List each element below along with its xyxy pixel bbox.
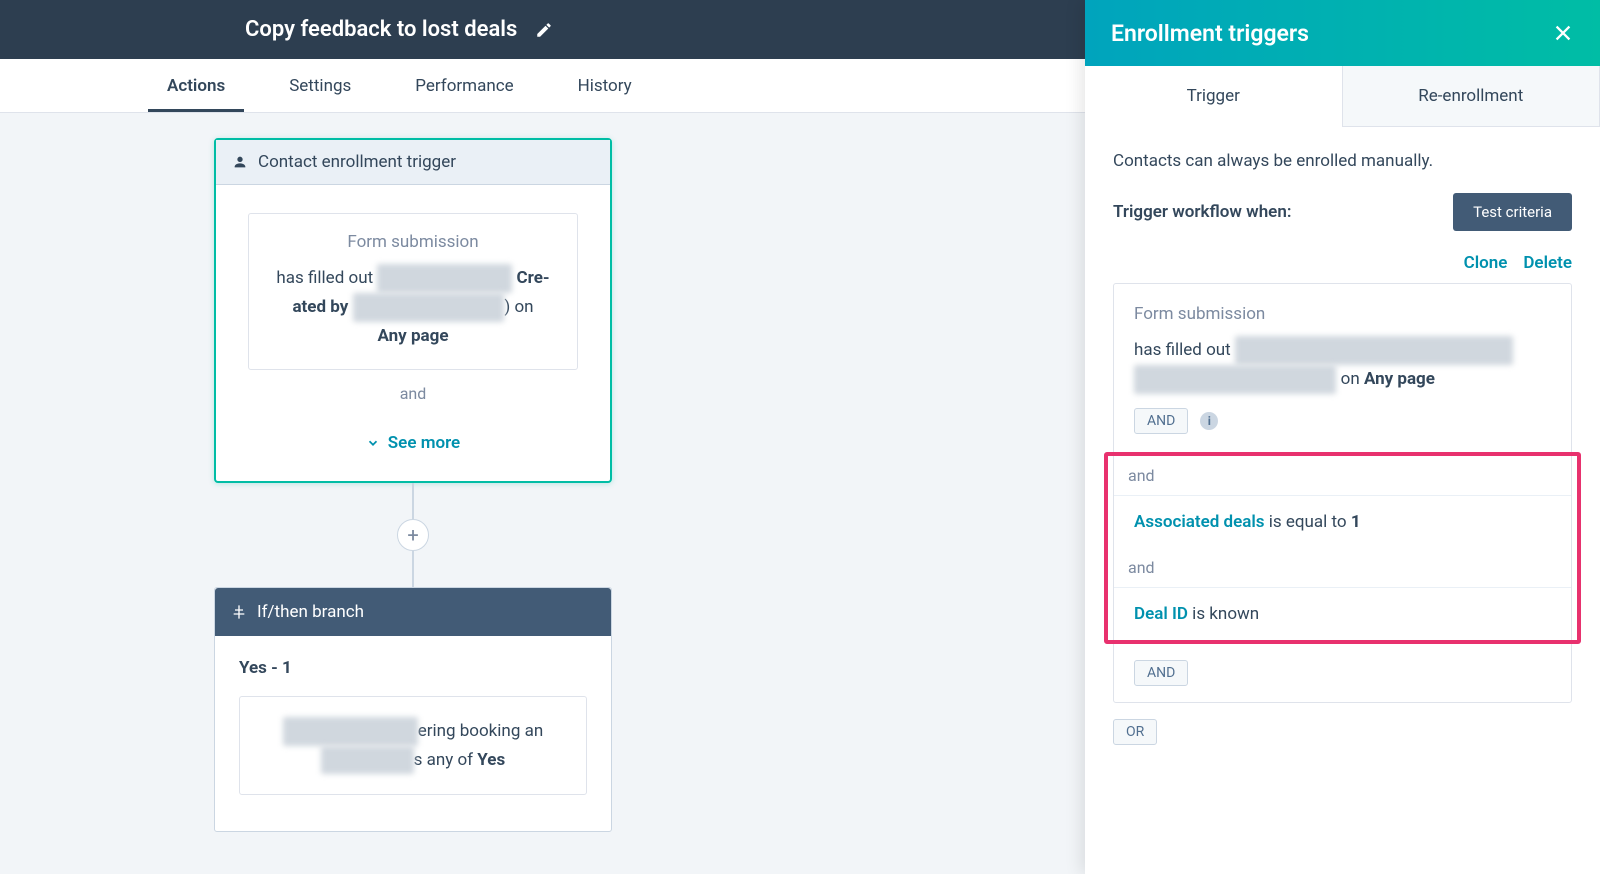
highlighted-filters: and Associated deals is equal to 1 and D… bbox=[1104, 452, 1581, 644]
clone-link[interactable]: Clone bbox=[1464, 253, 1508, 273]
filters-box: Form submission has filled out xxxxxxxxx… bbox=[1113, 283, 1572, 703]
info-icon[interactable]: i bbox=[1200, 412, 1218, 430]
or-button[interactable]: OR bbox=[1113, 719, 1157, 745]
panel-title: Enrollment triggers bbox=[1111, 20, 1309, 47]
form-submission-text: has filled out xxxxxxxxxxxxxxxxxxxxxxxxx… bbox=[1134, 336, 1551, 394]
pencil-icon[interactable] bbox=[535, 21, 553, 39]
branch-condition-box: xxxxxxxxxxxxxxxxering booking an xxxxxxx… bbox=[239, 696, 587, 796]
trigger-condition-box: Form submission has filled out xxxxxxxxx… bbox=[248, 213, 578, 370]
trigger-when-label: Trigger workflow when: bbox=[1113, 202, 1291, 222]
contact-icon bbox=[232, 154, 248, 170]
and-label: and bbox=[1114, 456, 1571, 495]
see-more-toggle[interactable]: See more bbox=[248, 433, 578, 453]
enrollment-panel: Enrollment triggers Trigger Re-enrollmen… bbox=[1085, 0, 1600, 874]
branch-icon bbox=[231, 604, 247, 620]
add-action-button[interactable]: + bbox=[397, 519, 429, 551]
delete-link[interactable]: Delete bbox=[1523, 253, 1572, 273]
and-separator: and bbox=[248, 384, 578, 403]
form-submission-label: Form submission bbox=[1134, 304, 1551, 324]
branch-header: If/then branch bbox=[215, 588, 611, 636]
workflow-title: Copy feedback to lost deals bbox=[245, 17, 517, 42]
tab-history[interactable]: History bbox=[546, 59, 664, 112]
filter-associated-deals[interactable]: Associated deals is equal to 1 bbox=[1114, 495, 1571, 548]
and-label: and bbox=[1114, 548, 1571, 587]
connector-line bbox=[412, 483, 414, 519]
tab-performance[interactable]: Performance bbox=[383, 59, 545, 112]
enrollment-trigger-title: Contact enrollment trigger bbox=[258, 152, 456, 172]
tab-actions[interactable]: Actions bbox=[135, 59, 257, 112]
tab-settings[interactable]: Settings bbox=[257, 59, 383, 112]
branch-card[interactable]: If/then branch Yes - 1 xxxxxxxxxxxxxxxxe… bbox=[214, 587, 612, 833]
and-button[interactable]: AND bbox=[1134, 408, 1188, 434]
filter-deal-id[interactable]: Deal ID is known bbox=[1114, 587, 1571, 640]
panel-tabs: Trigger Re-enrollment bbox=[1085, 66, 1600, 127]
manual-enroll-note: Contacts can always be enrolled manually… bbox=[1113, 151, 1572, 171]
branch-yes-label: Yes - 1 bbox=[239, 658, 587, 678]
panel-header: Enrollment triggers bbox=[1085, 0, 1600, 66]
connector-line bbox=[412, 551, 414, 587]
chevron-down-icon bbox=[366, 436, 380, 450]
form-submission-label: Form submission bbox=[263, 232, 563, 252]
panel-tab-trigger[interactable]: Trigger bbox=[1085, 66, 1342, 127]
enrollment-trigger-card[interactable]: Contact enrollment trigger Form submissi… bbox=[214, 138, 612, 483]
close-icon[interactable] bbox=[1552, 22, 1574, 44]
trigger-condition-text: has filled out xxxxxxxxxxxxxxxx Cre-ated… bbox=[263, 264, 563, 351]
test-criteria-button[interactable]: Test criteria bbox=[1453, 193, 1572, 231]
enrollment-trigger-header: Contact enrollment trigger bbox=[216, 140, 610, 185]
and-button[interactable]: AND bbox=[1134, 660, 1188, 686]
branch-title: If/then branch bbox=[257, 602, 364, 622]
panel-tab-reenrollment[interactable]: Re-enrollment bbox=[1342, 66, 1600, 127]
